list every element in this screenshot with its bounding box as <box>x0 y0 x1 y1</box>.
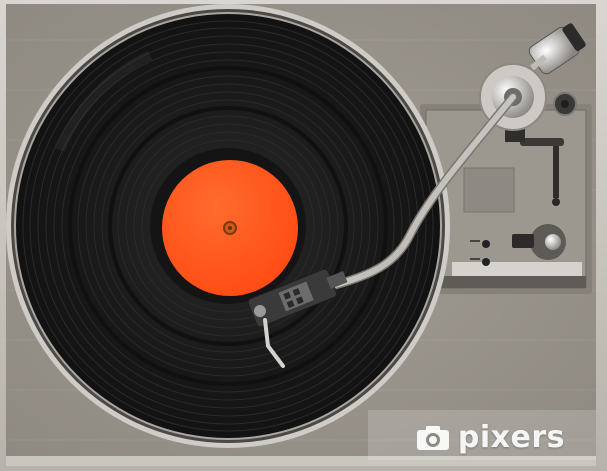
watermark-text: pixers <box>457 420 565 455</box>
pixers-watermark: pixers <box>416 420 565 455</box>
camera-icon <box>416 425 449 450</box>
canvas-print <box>0 0 607 471</box>
cue-lever <box>520 138 564 146</box>
